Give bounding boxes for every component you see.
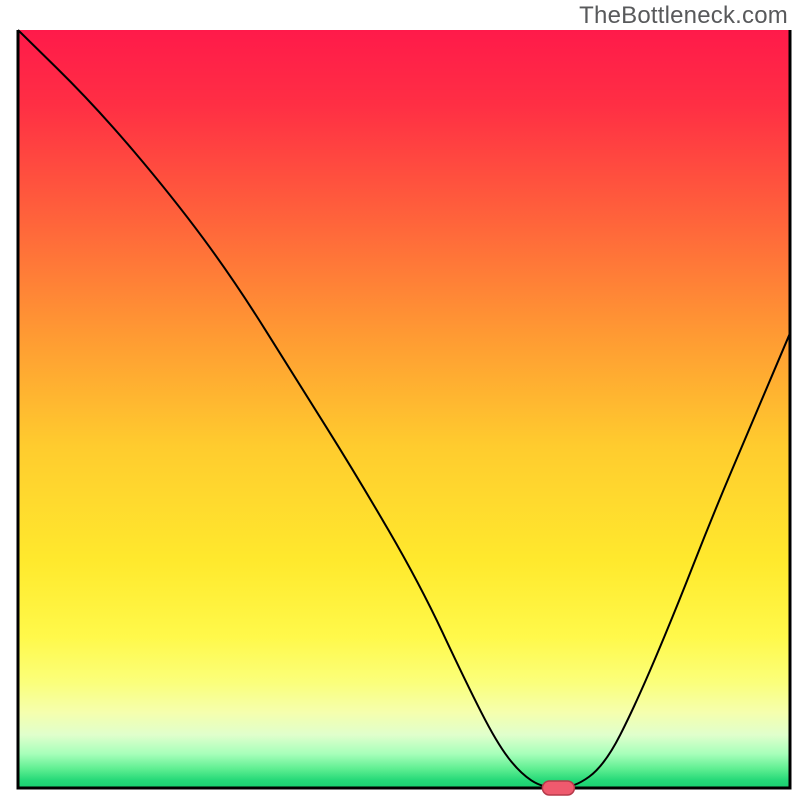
plot-background [18, 30, 790, 788]
chart-container: TheBottleneck.com [0, 0, 800, 800]
bottleneck-chart [0, 0, 800, 800]
site-watermark: TheBottleneck.com [579, 2, 788, 30]
optimal-marker [542, 781, 574, 795]
